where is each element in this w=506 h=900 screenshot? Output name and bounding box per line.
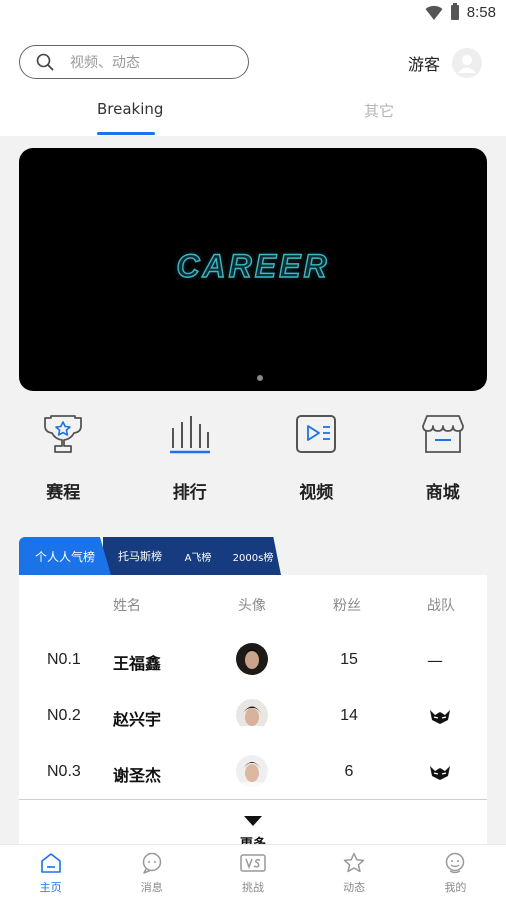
user-area[interactable]: 游客 — [408, 48, 482, 78]
ranking-bars-icon — [169, 416, 210, 454]
user-icon — [458, 55, 476, 73]
profile-icon — [446, 852, 465, 874]
vs-icon — [240, 854, 266, 872]
carousel-indicator-dot — [257, 375, 263, 381]
home-icon — [40, 853, 61, 873]
store-icon — [421, 415, 464, 453]
ranking-tabs: 个人人气榜 托马斯榜 A飞榜 2000s榜 — [19, 537, 281, 575]
trophy-icon — [44, 415, 83, 453]
shortcut-store[interactable]: 商城 — [380, 400, 506, 510]
status-icons: 8:58 — [425, 3, 496, 21]
message-icon — [142, 852, 162, 874]
nav-label: 主页 — [39, 881, 62, 894]
nav-label: 挑战 — [241, 881, 264, 894]
search-placeholder: 视频、动态 — [70, 55, 140, 71]
shortcut-label: 排行 — [172, 483, 207, 503]
status-time: 8:58 — [466, 4, 496, 21]
ranking-row[interactable]: N0.2 赵兴宇 14 — [19, 689, 487, 745]
wifi-icon — [425, 5, 443, 20]
player-avatar[interactable] — [236, 643, 268, 675]
team-logo-icon — [430, 710, 450, 724]
status-bar: 8:58 — [0, 0, 506, 28]
nav-home[interactable]: 主页 — [0, 845, 101, 900]
header-name: 姓名 — [113, 598, 141, 614]
battery-icon — [450, 3, 459, 20]
fans-count: 14 — [340, 707, 358, 724]
divider — [19, 799, 487, 800]
nav-label: 动态 — [343, 881, 366, 894]
top-tabs: Breaking 其它 — [0, 90, 506, 136]
nav-profile[interactable]: 我的 — [405, 845, 506, 900]
shortcut-label: 赛程 — [46, 483, 81, 503]
player-photo-icon — [236, 699, 268, 731]
video-play-icon — [296, 415, 337, 453]
header-fans: 粉丝 — [333, 598, 361, 614]
header-team: 战队 — [427, 598, 455, 614]
player-avatar[interactable] — [236, 755, 268, 787]
player-photo-icon — [236, 643, 268, 675]
ranking-card: 姓名 头像 粉丝 战队 N0.1 王福鑫 15 — N0.2 赵兴宇 14 N0… — [19, 575, 487, 852]
team-logo-icon — [430, 766, 450, 780]
nav-feed[interactable]: 动态 — [304, 845, 405, 900]
shortcut-grid: 赛程 排行 视频 商城 — [0, 400, 506, 510]
shortcut-label: 商城 — [425, 483, 460, 503]
player-avatar[interactable] — [236, 699, 268, 731]
team-value: — — [427, 651, 443, 670]
nav-challenge[interactable]: 挑战 — [202, 845, 303, 900]
tab-breaking[interactable]: Breaking — [97, 100, 163, 118]
rank-tab-popularity[interactable]: 个人人气榜 — [19, 537, 111, 575]
player-name: 谢圣杰 — [113, 766, 162, 785]
player-name: 赵兴宇 — [113, 710, 162, 729]
ranking-row[interactable]: N0.1 王福鑫 15 — — [19, 633, 487, 689]
rank-tab-thomas[interactable]: 托马斯榜 — [103, 537, 171, 575]
player-name: 王福鑫 — [113, 654, 162, 673]
banner-carousel[interactable]: CAREER — [19, 148, 487, 391]
expand-arrow-icon[interactable] — [244, 816, 262, 826]
nav-label: 我的 — [444, 881, 467, 894]
bottom-nav: 主页 消息 挑战 动态 我的 — [0, 844, 506, 900]
star-icon — [343, 852, 365, 873]
fans-count: 15 — [340, 651, 358, 668]
shortcut-schedule[interactable]: 赛程 — [0, 400, 127, 510]
banner-logo: CAREER — [176, 247, 330, 284]
search-icon — [36, 53, 54, 71]
guest-label[interactable]: 游客 — [408, 51, 440, 75]
header-avatar: 头像 — [238, 598, 266, 614]
rank-tab-2000s[interactable]: 2000s榜 — [217, 537, 281, 575]
avatar[interactable] — [452, 48, 482, 78]
search-input[interactable]: 视频、动态 — [19, 45, 249, 79]
fans-count: 6 — [344, 763, 354, 780]
tab-indicator — [97, 132, 155, 135]
ranking-row[interactable]: N0.3 谢圣杰 6 — [19, 745, 487, 801]
player-photo-icon — [236, 755, 268, 787]
shortcut-ranking[interactable]: 排行 — [127, 400, 254, 510]
rank-number: N0.1 — [47, 651, 81, 668]
rank-number: N0.3 — [47, 763, 81, 780]
shortcut-label: 视频 — [299, 483, 334, 503]
rank-number: N0.2 — [47, 707, 81, 724]
tab-other[interactable]: 其它 — [364, 100, 394, 121]
shortcut-video[interactable]: 视频 — [253, 400, 380, 510]
nav-messages[interactable]: 消息 — [101, 845, 202, 900]
rank-tab-afei[interactable]: A飞榜 — [163, 537, 225, 575]
nav-label: 消息 — [140, 881, 163, 894]
